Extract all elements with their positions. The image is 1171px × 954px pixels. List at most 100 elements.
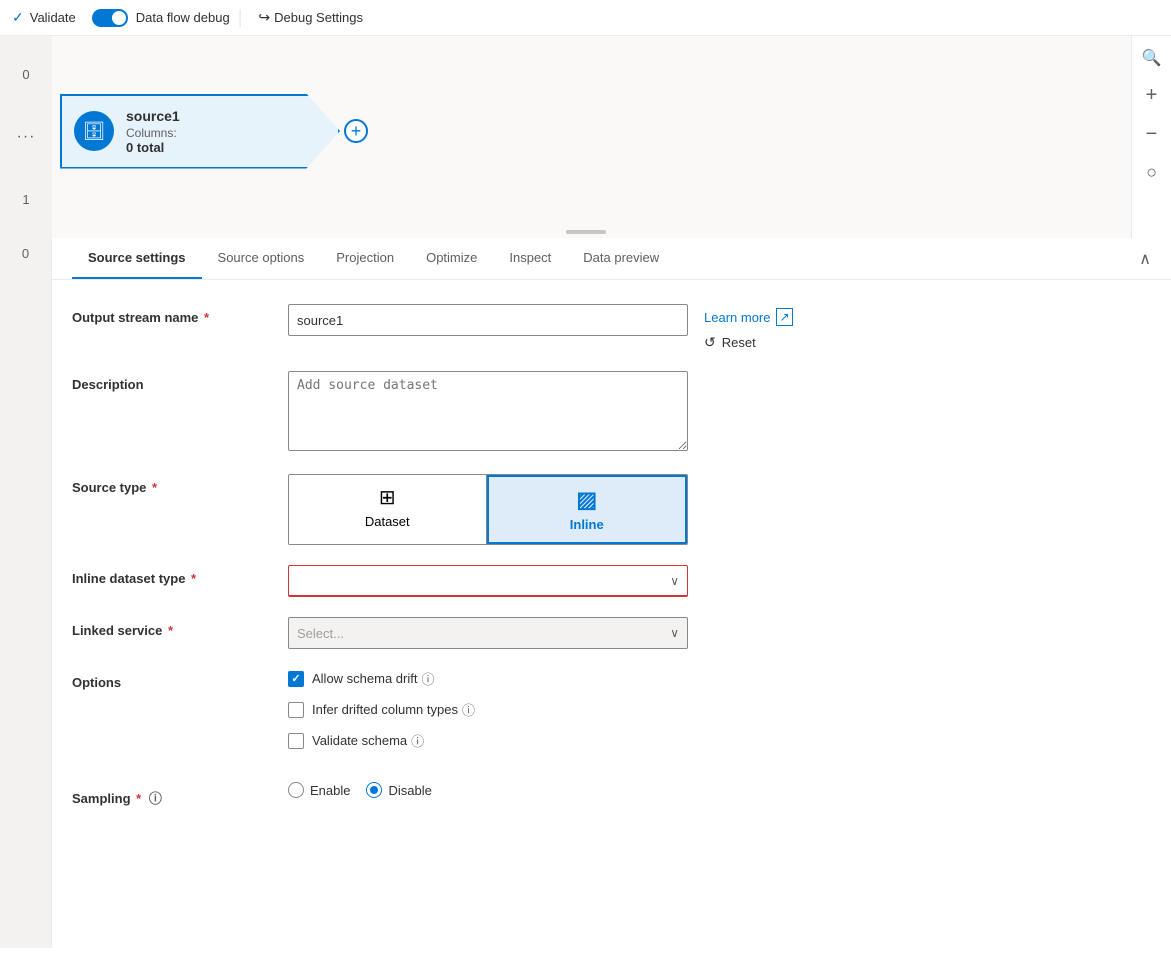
inline-type-chevron-icon: ∨	[670, 574, 679, 588]
node-info: source1 Columns: 0 total	[126, 108, 180, 155]
debug-settings-label: Debug Settings	[274, 10, 363, 25]
sidebar-num-0[interactable]: 0	[22, 67, 29, 82]
learn-more-button[interactable]: Learn more ↗	[704, 308, 793, 326]
dataset-icon: ⊞	[379, 485, 396, 510]
validate-schema-checkbox[interactable]	[288, 733, 304, 749]
output-stream-name-input[interactable]	[288, 304, 688, 336]
add-node-button[interactable]: +	[344, 119, 368, 143]
canvas-sidebar: 0 ··· 1	[0, 36, 52, 238]
tab-source-options[interactable]: Source options	[202, 238, 321, 279]
right-panel: 🔍 + − ○	[1131, 36, 1171, 238]
settings-panel: Source settings Source options Projectio…	[52, 238, 1171, 948]
linked-service-required: *	[168, 623, 173, 638]
tab-data-preview[interactable]: Data preview	[567, 238, 675, 279]
debug-settings-button[interactable]: ↪ Debug Settings	[258, 9, 363, 26]
sidebar-num-1[interactable]: 1	[22, 192, 29, 207]
database-icon: 🗄	[83, 121, 106, 142]
plus-icon[interactable]: +	[1142, 80, 1162, 111]
output-stream-name-label: Output stream name *	[72, 304, 272, 325]
canvas-area: 0 ··· 1 🗄 source1 Columns: 0 total + 🔍 +…	[0, 36, 1171, 238]
data-flow-debug-control: Data flow debug |	[92, 7, 243, 28]
reset-button[interactable]: ↺ Reset	[704, 334, 793, 351]
linked-service-label: Linked service *	[72, 617, 272, 638]
node-icon: 🗄	[74, 111, 114, 151]
checkmark-icon: ✓	[291, 672, 300, 685]
infer-drifted-row: Infer drifted column types ⓘ	[288, 700, 688, 719]
infer-drifted-info-icon[interactable]: ⓘ	[462, 700, 475, 719]
reset-label: Reset	[722, 335, 756, 350]
circle-icon: ○	[1142, 158, 1161, 187]
tab-optimize[interactable]: Optimize	[410, 238, 493, 279]
sampling-disable-option[interactable]: Disable	[366, 782, 431, 798]
sampling-enable-option[interactable]: Enable	[288, 782, 350, 798]
node-name: source1	[126, 108, 180, 124]
form-area: Output stream name * Learn more ↗ ↺ Rese…	[52, 280, 1171, 851]
sampling-required: *	[136, 791, 141, 806]
sampling-enable-radio[interactable]	[288, 782, 304, 798]
source-type-control: ⊞ Dataset ▨ Inline	[288, 474, 688, 545]
data-flow-debug-label: Data flow debug	[136, 10, 230, 25]
sampling-disable-radio[interactable]	[366, 782, 382, 798]
left-num-0[interactable]: 0	[22, 246, 29, 261]
action-buttons: Learn more ↗ ↺ Reset	[704, 304, 793, 351]
inline-dataset-type-select[interactable]: ∨	[288, 565, 688, 597]
collapse-panel-button[interactable]: ∧	[1139, 238, 1151, 279]
chevron-up-icon: ∧	[1139, 249, 1151, 269]
linked-service-select[interactable]: Select... ∨	[288, 617, 688, 649]
inline-icon: ▨	[576, 487, 597, 513]
sampling-row: Sampling * ⓘ Enable Disable	[72, 782, 1151, 807]
linked-service-placeholder: Select...	[297, 626, 344, 641]
source-type-row: Source type * ⊞ Dataset ▨ Inline	[72, 474, 1151, 545]
description-control	[288, 371, 688, 454]
options-label: Options	[72, 669, 272, 690]
linked-service-row: Linked service * Select... ∨	[72, 617, 1151, 649]
collapse-handle[interactable]	[0, 226, 1171, 238]
tabs-bar: Source settings Source options Projectio…	[52, 238, 1171, 280]
main-content: 0 Source settings Source options Project…	[0, 238, 1171, 948]
linked-service-chevron-icon: ∨	[670, 626, 679, 640]
toolbar: ✓ Validate Data flow debug | ↪ Debug Set…	[0, 0, 1171, 36]
reset-icon: ↺	[704, 334, 716, 351]
options-control: ✓ Allow schema drift ⓘ Infer drifted col…	[288, 669, 688, 762]
validate-button[interactable]: ✓ Validate	[12, 9, 76, 26]
sampling-label: Sampling * ⓘ	[72, 782, 272, 807]
divider-icon: |	[238, 7, 243, 28]
sampling-info-icon[interactable]: ⓘ	[149, 791, 162, 806]
source-node[interactable]: 🗄 source1 Columns: 0 total	[60, 94, 340, 169]
inline-type-button[interactable]: ▨ Inline	[487, 475, 688, 544]
inline-dataset-type-label: Inline dataset type *	[72, 565, 272, 586]
source-type-required: *	[152, 480, 157, 495]
options-row: Options ✓ Allow schema drift ⓘ	[72, 669, 1151, 762]
search-icon[interactable]: 🔍	[1138, 44, 1166, 72]
infer-drifted-checkbox[interactable]	[288, 702, 304, 718]
description-textarea[interactable]	[288, 371, 688, 451]
collapse-bar	[566, 230, 606, 234]
learn-more-label: Learn more	[704, 310, 770, 325]
infer-drifted-label: Infer drifted column types ⓘ	[312, 700, 475, 719]
tab-inspect[interactable]: Inspect	[493, 238, 567, 279]
source-type-buttons: ⊞ Dataset ▨ Inline	[288, 474, 688, 545]
tab-projection[interactable]: Projection	[320, 238, 410, 279]
allow-schema-drift-label: Allow schema drift ⓘ	[312, 669, 435, 688]
validate-check-icon: ✓	[12, 9, 24, 26]
node-columns-label: Columns:	[126, 126, 180, 140]
source-type-label: Source type *	[72, 474, 272, 495]
inline-dataset-type-row: Inline dataset type * ∨	[72, 565, 1151, 597]
dataset-type-button[interactable]: ⊞ Dataset	[289, 475, 487, 544]
debug-toggle[interactable]	[92, 9, 128, 27]
debug-settings-icon: ↪	[258, 9, 270, 26]
allow-schema-drift-checkbox[interactable]: ✓	[288, 671, 304, 687]
allow-schema-drift-row: ✓ Allow schema drift ⓘ	[288, 669, 688, 688]
output-stream-name-control	[288, 304, 688, 336]
inline-dataset-type-control: ∨	[288, 565, 688, 597]
validate-schema-info-icon[interactable]: ⓘ	[411, 731, 424, 750]
required-star: *	[204, 310, 209, 325]
inline-type-required: *	[191, 571, 196, 586]
sampling-disable-label: Disable	[388, 783, 431, 798]
tab-source-settings[interactable]: Source settings	[72, 238, 202, 279]
description-row: Description	[72, 371, 1151, 454]
minus-icon[interactable]: −	[1142, 119, 1162, 150]
sampling-enable-label: Enable	[310, 783, 350, 798]
validate-schema-row: Validate schema ⓘ	[288, 731, 688, 750]
allow-schema-drift-info-icon[interactable]: ⓘ	[421, 669, 434, 688]
